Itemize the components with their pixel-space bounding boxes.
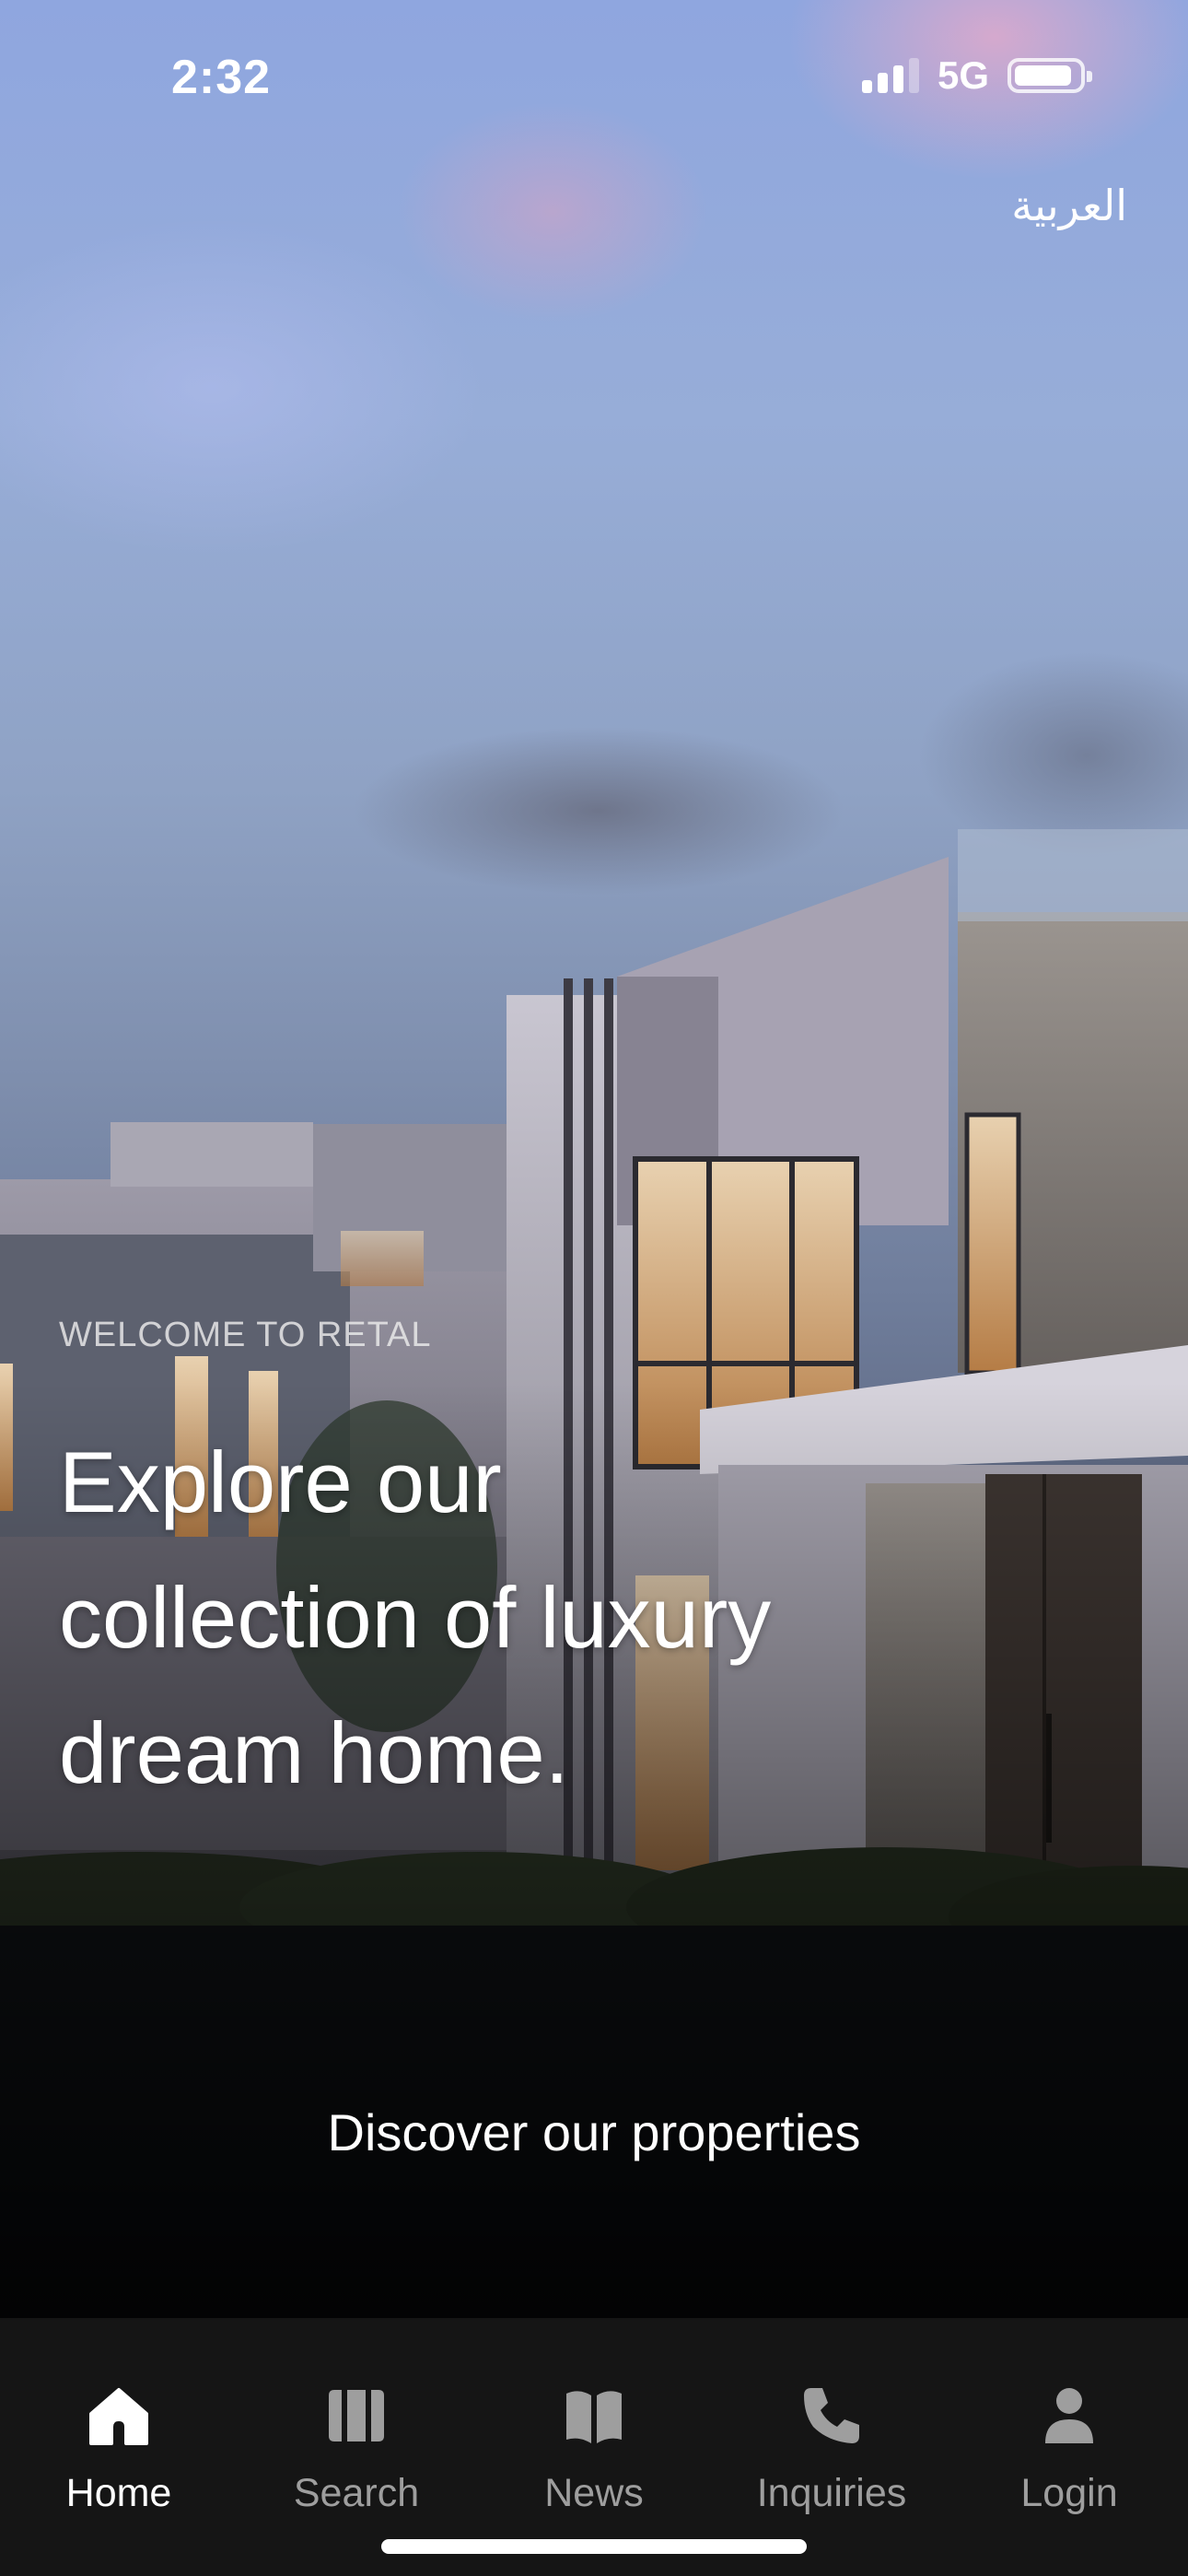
- phone-icon: [804, 2388, 859, 2443]
- tab-search[interactable]: Search: [238, 2318, 475, 2530]
- tab-inquiries[interactable]: Inquiries: [713, 2318, 950, 2530]
- language-toggle[interactable]: العربية: [1011, 181, 1127, 230]
- battery-level: [1015, 65, 1072, 86]
- headline-line: Explore our: [59, 1434, 502, 1530]
- map-icon: [329, 2390, 384, 2441]
- network-type: 5G: [937, 53, 989, 97]
- status-indicators: 5G: [861, 53, 1092, 98]
- tab-label: News: [544, 2471, 644, 2515]
- tab-bar: Home Search News Inquiries Login: [0, 2318, 1188, 2576]
- book-icon: [566, 2391, 622, 2443]
- user-icon: [1045, 2388, 1093, 2443]
- tab-label: Search: [293, 2471, 420, 2515]
- signal-strength-icon: [861, 58, 919, 93]
- tab-login[interactable]: Login: [950, 2318, 1188, 2530]
- status-time: 2:32: [171, 51, 272, 104]
- home-icon: [89, 2388, 148, 2445]
- tab-label: Home: [65, 2471, 172, 2515]
- welcome-eyebrow: WELCOME TO RETAL: [59, 1316, 432, 1354]
- hero-copy: WELCOME TO RETAL Explore our collection …: [59, 1316, 980, 1821]
- villa-photo: [0, 829, 1188, 2318]
- hero-background: [0, 0, 1188, 2318]
- discover-properties-link[interactable]: Discover our properties: [0, 2102, 1188, 2162]
- tab-home[interactable]: Home: [0, 2318, 238, 2530]
- hero-headline: Explore our collection of luxury dream h…: [59, 1414, 980, 1821]
- tab-label: Inquiries: [756, 2471, 907, 2515]
- tab-label: Login: [1020, 2471, 1118, 2515]
- battery-icon: [1007, 58, 1092, 93]
- home-indicator[interactable]: [381, 2539, 807, 2554]
- tab-news[interactable]: News: [475, 2318, 713, 2530]
- status-bar: 2:32 5G: [0, 0, 1188, 157]
- headline-line: dream home.: [59, 1704, 569, 1801]
- app-screen: 2:32 5G العربية WELCOME TO RETAL Explore…: [0, 0, 1188, 2576]
- headline-line: collection of luxury: [59, 1569, 772, 1666]
